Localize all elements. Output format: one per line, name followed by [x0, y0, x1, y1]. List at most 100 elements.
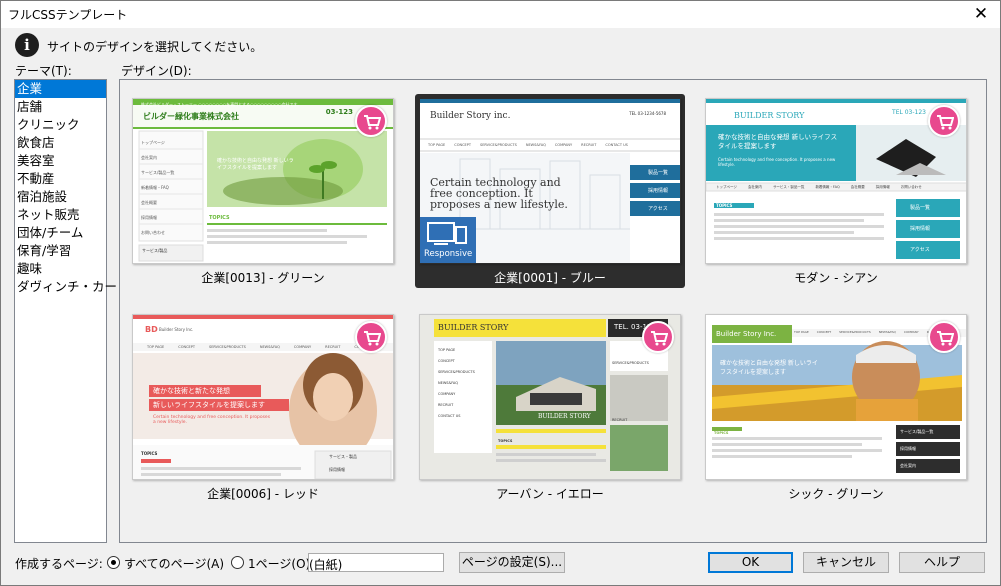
- thumb-section: TOPICS: [209, 215, 230, 221]
- thumb-nav-item: TOP PAGE: [147, 345, 165, 349]
- design-gallery: 株式会社ビルダー・ストーリー ○○○○○○○○を専門とする○○○○○○○○○会社…: [119, 79, 987, 543]
- theme-item-store[interactable]: 店舗: [15, 98, 106, 116]
- design-thumbnail[interactable]: Builder Story Inc. TOP PAGE CONCEPT SERV…: [705, 314, 967, 480]
- theme-label: テーマ(T):: [15, 64, 72, 78]
- thumb-nav: TOP PAGE CONCEPT SERVICE&PRODUCTS NEWS&F…: [438, 345, 490, 422]
- theme-item-ecommerce[interactable]: ネット販売: [15, 206, 106, 224]
- cart-badge: [928, 321, 960, 353]
- instruction-text: サイトのデザインを選択してください。: [47, 40, 263, 54]
- thumb-logo: BD: [145, 325, 158, 334]
- thumb-nav-item: 採用情報: [875, 185, 890, 189]
- design-thumbnail[interactable]: 株式会社ビルダー・ストーリー ○○○○○○○○を専門とする○○○○○○○○○会社…: [132, 98, 394, 264]
- radio-all-pages[interactable]: [107, 556, 120, 569]
- title-bar: フルCSSテンプレート ✕: [1, 1, 1000, 28]
- theme-item-hobby[interactable]: 趣味: [15, 260, 106, 278]
- thumb-nav-item: TOP PAGE: [438, 348, 456, 352]
- thumb-nav-item: RECRUIT: [438, 403, 454, 407]
- thumb-side-item: サービス・製品: [329, 454, 357, 459]
- window-title: フルCSSテンプレート: [8, 8, 128, 22]
- cart-icon: [937, 331, 954, 346]
- thumb-hero-jp: 確かな技術と自由な発想 新しいライフスタイルを提案します: [718, 133, 838, 150]
- ok-button[interactable]: OK: [708, 552, 793, 573]
- thumb-nav-item: SERVICE&PRODUCTS: [438, 370, 475, 374]
- thumb-nav-item: NEWS&FAQ: [438, 381, 459, 385]
- thumb-nav: トップページ 会社案内 サービス/製品一覧 新着情報・FAQ 会社概要 採用情報…: [141, 135, 201, 240]
- thumb-nav-item: TOP PAGE: [428, 143, 446, 147]
- thumb-logo: ビルダー緑化事業株式会社: [143, 112, 239, 121]
- thumb-logo: Builder Story inc.: [430, 111, 511, 121]
- cart-icon: [937, 115, 954, 130]
- thumb-side-item: アクセス: [910, 247, 930, 253]
- design-thumbnail[interactable]: BUILDER STORY TEL. 03-1234- TOP PAGE CON…: [419, 314, 681, 480]
- design-caption: 企業[0013] - グリーン: [201, 271, 325, 285]
- thumb-logo: BUILDER STORY: [734, 111, 805, 120]
- thumb-side-item: サービス/製品: [142, 248, 168, 253]
- theme-item-lodging[interactable]: 宿泊施設: [15, 188, 106, 206]
- design-caption: モダン - シアン: [794, 271, 878, 285]
- thumb-nav-item: SERVICE&PRODUCTS: [209, 345, 246, 349]
- thumb-logo-sub: Builder Story Inc.: [159, 327, 194, 332]
- thumb-section: TOPICS: [141, 451, 158, 456]
- cancel-button[interactable]: キャンセル: [803, 552, 889, 573]
- theme-item-davinci-cart[interactable]: ダヴィンチ・カート: [15, 278, 130, 296]
- thumb-logo: BUILDER STORY: [438, 323, 509, 332]
- theme-item-restaurant[interactable]: 飲食店: [15, 134, 106, 152]
- theme-item-education[interactable]: 保育/学習: [15, 242, 106, 260]
- cart-icon: [651, 331, 668, 346]
- thumb-nav-item: 新着情報・FAQ: [815, 185, 840, 189]
- thumb-nav-item: TOP PAGE: [794, 330, 809, 334]
- thumb-nav-item: NEWS&FAQ: [525, 143, 546, 147]
- thumb-hero-en: Certain technology and free conception. …: [153, 415, 271, 425]
- design-label: デザイン(D):: [121, 64, 192, 78]
- thumb-nav-item: COMPANY: [903, 330, 919, 334]
- thumb-nav-item: SERVICE&PRODUCTS: [480, 143, 517, 147]
- thumb-nav-item: お問い合わせ: [141, 230, 165, 235]
- thumb-nav-item: COMPANY: [438, 392, 456, 396]
- cart-badge: [355, 105, 387, 137]
- thumb-nav-item: サービス・製品一覧: [772, 185, 805, 189]
- theme-item-clinic[interactable]: クリニック: [15, 116, 106, 134]
- cart-badge: [642, 321, 674, 353]
- thumb-nav-item: トップページ: [141, 140, 165, 145]
- cart-icon: [364, 115, 381, 130]
- design-thumbnail[interactable]: BUILDER STORY TEL 03-123 確かな技術と自由な発想 新しい…: [705, 98, 967, 264]
- radio-one-page[interactable]: [231, 556, 244, 569]
- thumb-nav-item: お問い合わせ: [900, 185, 922, 189]
- thumb-nav: TOP PAGE CONCEPT SERVICE&PRODUCTS NEWS&F…: [147, 345, 387, 349]
- design-thumbnail[interactable]: BD Builder Story Inc. TOP PAGE CONCEPT S…: [132, 314, 394, 480]
- page-settings-button[interactable]: ページの設定(S)...: [459, 552, 565, 573]
- theme-item-salon[interactable]: 美容室: [15, 152, 106, 170]
- help-button[interactable]: ヘルプ: [899, 552, 985, 573]
- radio-one-page-label[interactable]: 1ページ(O): [248, 555, 310, 572]
- design-thumbnail[interactable]: Builder Story inc. TEL 03-1234-5678 TOP …: [419, 98, 681, 264]
- theme-item-team[interactable]: 団体/チーム: [15, 224, 106, 242]
- thumb-nav-item: 会社概要: [141, 200, 157, 205]
- thumb-section: TOPICS: [714, 431, 729, 435]
- thumb-nav-item: 新着情報・FAQ: [141, 185, 169, 190]
- thumb-nav-item: RECRUIT: [581, 143, 597, 147]
- page-type-value: (白紙): [309, 558, 343, 572]
- thumb-nav-item: CONCEPT: [816, 330, 832, 334]
- thumb-side-item: 採用情報: [910, 226, 931, 232]
- thumb-side-item: 採用情報: [329, 467, 345, 472]
- thumb-nav-item: 会社案内: [747, 185, 762, 189]
- theme-item-corporate[interactable]: 企業: [15, 80, 106, 98]
- thumb-nav-item: CONCEPT: [178, 345, 195, 349]
- thumb-side-item: SERVICE&PRODUCTS: [612, 361, 649, 365]
- thumb-header-text: 株式会社ビルダー・ストーリー ○○○○○○○○を専門とする○○○○○○○○○会社…: [141, 102, 302, 107]
- thumb-nav: トップページ 会社案内 サービス・製品一覧 新着情報・FAQ 会社概要 採用情報…: [716, 185, 966, 190]
- page-type-field: (白紙): [308, 553, 444, 572]
- info-icon: i: [15, 33, 39, 57]
- thumb-nav-item: COMPANY: [293, 345, 312, 349]
- theme-item-realestate[interactable]: 不動産: [15, 170, 106, 188]
- close-icon[interactable]: ✕: [970, 3, 992, 25]
- radio-all-pages-label[interactable]: すべてのページ(A): [124, 555, 224, 572]
- theme-list[interactable]: 企業 店舗 クリニック 飲食店 美容室 不動産 宿泊施設 ネット販売 団体/チー…: [14, 79, 130, 543]
- thumb-hero-jp2: 新しいライフスタイルを提案します: [153, 401, 265, 409]
- thumb-nav-item: SERVICE&PRODUCTS: [839, 330, 871, 334]
- thumb-nav-item: RECRUIT: [325, 345, 341, 349]
- thumb-hero-jp1: 確かな技術と新たな発想: [153, 387, 230, 395]
- thumb-logo: Builder Story Inc.: [716, 330, 777, 338]
- thumb-tel: TEL 03-123: [892, 109, 926, 116]
- thumb-nav-item: 会社案内: [141, 155, 157, 160]
